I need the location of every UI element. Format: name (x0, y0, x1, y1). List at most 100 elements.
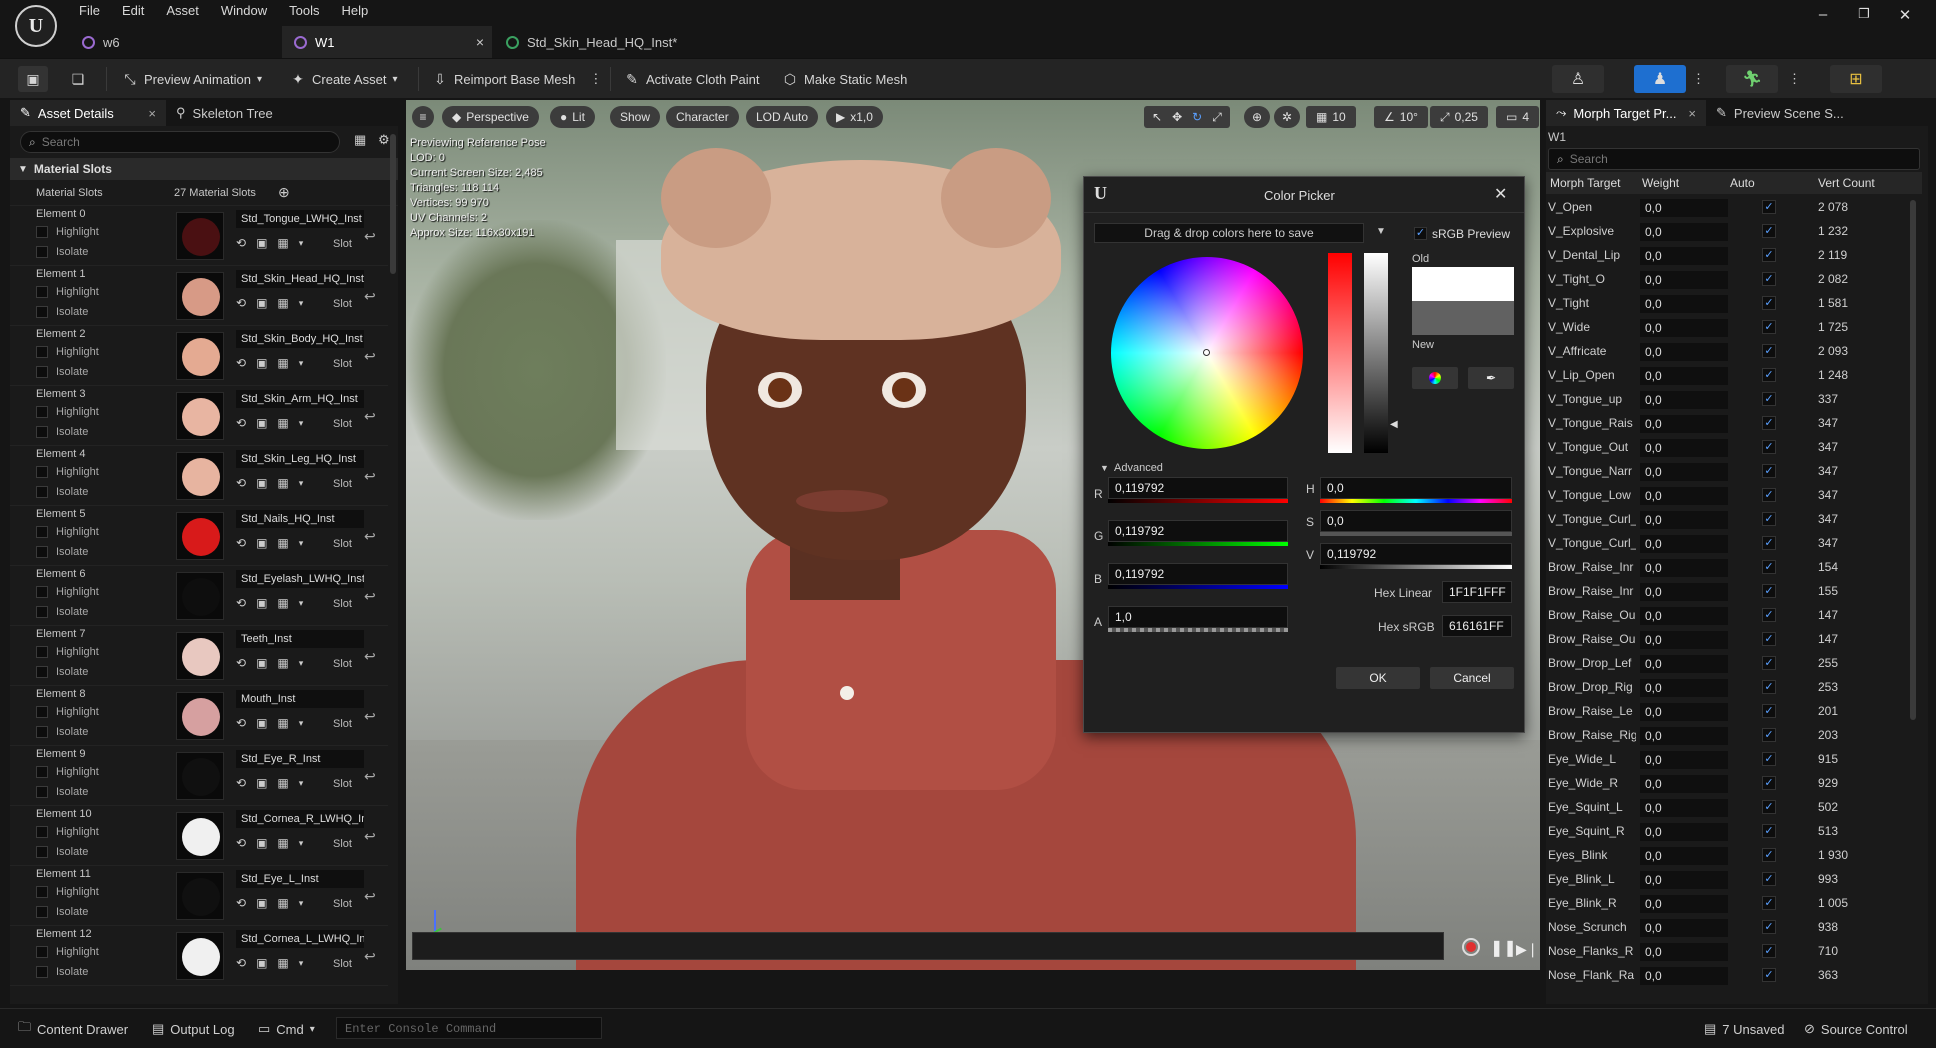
isolate-checkbox[interactable] (36, 306, 48, 318)
morph-target-row[interactable]: Brow_Raise_Inr 0,0 ✓ 154 (1546, 556, 1922, 580)
isolate-checkbox[interactable] (36, 966, 48, 978)
table-view-icon[interactable]: ▦ (354, 132, 366, 148)
weight-input[interactable]: 0,0 (1640, 607, 1728, 625)
weight-input[interactable]: 0,0 (1640, 487, 1728, 505)
checker-icon[interactable]: ▦ (277, 356, 288, 370)
srgb-preview-checkbox[interactable]: ✓ (1414, 227, 1427, 240)
auto-checkbox[interactable]: ✓ (1762, 224, 1776, 238)
auto-checkbox[interactable]: ✓ (1762, 416, 1776, 430)
use-selected-icon[interactable]: ⟲ (236, 716, 246, 730)
details-search-input[interactable]: ⌕ Search (20, 131, 340, 153)
material-picker[interactable]: Std_Skin_Body_HQ_Inst (236, 330, 364, 348)
isolate-checkbox[interactable] (36, 246, 48, 258)
highlight-checkbox[interactable] (36, 466, 48, 478)
material-thumbnail[interactable] (176, 932, 224, 980)
weight-input[interactable]: 0,0 (1640, 799, 1728, 817)
highlight-checkbox[interactable] (36, 826, 48, 838)
weight-input[interactable]: 0,0 (1640, 775, 1728, 793)
grid-snap-button[interactable]: ▦ 10 (1306, 106, 1356, 128)
material-thumbnail[interactable] (176, 272, 224, 320)
weight-input[interactable]: 0,0 (1640, 655, 1728, 673)
material-thumbnail[interactable] (176, 752, 224, 800)
animation-mode-button[interactable]: 🏃︎ (1726, 65, 1778, 93)
morph-target-row[interactable]: V_Tongue_Curl_ 0,0 ✓ 347 (1546, 508, 1922, 532)
chevron-down-icon[interactable]: ▾ (299, 778, 304, 789)
weight-input[interactable]: 0,0 (1640, 943, 1728, 961)
color-themes-drop-area[interactable]: Drag & drop colors here to save (1094, 223, 1364, 243)
isolate-checkbox[interactable] (36, 426, 48, 438)
camera-speed-button[interactable]: ▭ 4 (1496, 106, 1540, 128)
material-thumbnail[interactable] (176, 872, 224, 920)
menu-edit[interactable]: Edit (111, 0, 155, 24)
preview-animation-button[interactable]: ⤡ Preview Animation ▾ (116, 66, 268, 92)
weight-input[interactable]: 0,0 (1640, 343, 1728, 361)
auto-checkbox[interactable]: ✓ (1762, 656, 1776, 670)
weight-input[interactable]: 0,0 (1640, 631, 1728, 649)
weight-input[interactable]: 0,0 (1640, 559, 1728, 577)
weight-input[interactable]: 0,0 (1640, 199, 1728, 217)
material-picker[interactable]: Std_Cornea_R_LWHQ_Inst (236, 810, 364, 828)
weight-input[interactable]: 0,0 (1640, 535, 1728, 553)
surface-snap-button[interactable]: ✲ (1274, 106, 1300, 128)
chevron-down-icon[interactable]: ▾ (299, 898, 304, 909)
chevron-down-icon[interactable]: ▾ (299, 298, 304, 309)
weight-input[interactable]: 0,0 (1640, 439, 1728, 457)
morph-target-row[interactable]: Eye_Wide_R 0,0 ✓ 929 (1546, 772, 1922, 796)
use-selected-icon[interactable]: ⟲ (236, 356, 246, 370)
chevron-down-icon[interactable]: ▾ (299, 958, 304, 969)
morph-target-row[interactable]: Eye_Blink_R 0,0 ✓ 1 005 (1546, 892, 1922, 916)
auto-checkbox[interactable]: ✓ (1762, 560, 1776, 574)
save-button[interactable]: ▣ (18, 66, 48, 92)
menu-help[interactable]: Help (330, 0, 379, 24)
browse-icon[interactable]: ▣ (256, 416, 267, 430)
morph-target-row[interactable]: Brow_Raise_Ou 0,0 ✓ 147 (1546, 604, 1922, 628)
morph-target-row[interactable]: V_Tongue_Out 0,0 ✓ 347 (1546, 436, 1922, 460)
material-thumbnail[interactable] (176, 392, 224, 440)
tab-preview-scene-settings[interactable]: ✎ Preview Scene S... (1706, 100, 1854, 126)
tab-skeleton-tree[interactable]: ⚲ Skeleton Tree (166, 100, 283, 126)
chevron-down-icon[interactable]: ▼ (1100, 463, 1109, 473)
menu-file[interactable]: File (68, 0, 111, 24)
character-button[interactable]: Character (666, 106, 739, 128)
reimport-base-mesh-button[interactable]: ⇩ Reimport Base Mesh ⋮ (426, 66, 608, 92)
make-static-mesh-button[interactable]: ⬡ Make Static Mesh (776, 66, 913, 92)
reset-icon[interactable]: ↩ (364, 228, 376, 245)
auto-checkbox[interactable]: ✓ (1762, 680, 1776, 694)
lit-button[interactable]: ● Lit (550, 106, 595, 128)
col-morph-target[interactable]: Morph Target (1550, 176, 1620, 190)
isolate-checkbox[interactable] (36, 546, 48, 558)
use-selected-icon[interactable]: ⟲ (236, 956, 246, 970)
more-options-icon[interactable]: ⋮ (1692, 71, 1705, 87)
unsaved-button[interactable]: ▤ 7 Unsaved (1704, 1017, 1784, 1041)
color-wheel-cursor[interactable] (1203, 349, 1210, 356)
material-thumbnail[interactable] (176, 212, 224, 260)
close-window-icon[interactable]: ✕ (1890, 6, 1920, 24)
morph-target-row[interactable]: V_Tongue_Rais 0,0 ✓ 347 (1546, 412, 1922, 436)
morph-target-row[interactable]: Brow_Raise_Inr 0,0 ✓ 155 (1546, 580, 1922, 604)
auto-checkbox[interactable]: ✓ (1762, 320, 1776, 334)
checker-icon[interactable]: ▦ (277, 536, 288, 550)
browse-icon[interactable]: ▣ (256, 716, 267, 730)
morph-target-row[interactable]: V_Tight 0,0 ✓ 1 581 (1546, 292, 1922, 316)
pause-button[interactable]: ❚❚ (1490, 938, 1517, 958)
weight-input[interactable]: 0,0 (1640, 295, 1728, 313)
weight-input[interactable]: 0,0 (1640, 511, 1728, 529)
browse-icon[interactable]: ▣ (256, 896, 267, 910)
blueprint-mode-button[interactable]: ⊞ (1830, 65, 1882, 93)
checker-icon[interactable]: ▦ (277, 236, 288, 250)
blue-input[interactable]: 0,119792 (1108, 563, 1288, 585)
auto-checkbox[interactable]: ✓ (1762, 344, 1776, 358)
highlight-checkbox[interactable] (36, 286, 48, 298)
cmd-dropdown[interactable]: ▭ Cmd ▾ (258, 1017, 315, 1041)
menu-tools[interactable]: Tools (278, 0, 330, 24)
restore-icon[interactable]: ❐ (1849, 6, 1879, 22)
highlight-checkbox[interactable] (36, 766, 48, 778)
weight-input[interactable]: 0,0 (1640, 727, 1728, 745)
red-input[interactable]: 0,119792 (1108, 477, 1288, 499)
highlight-checkbox[interactable] (36, 646, 48, 658)
doc-tab-skin-head[interactable]: Std_Skin_Head_HQ_Inst* (494, 26, 714, 58)
material-thumbnail[interactable] (176, 452, 224, 500)
skeleton-mode-button[interactable]: ♙ (1552, 65, 1604, 93)
activate-cloth-paint-button[interactable]: ✎ Activate Cloth Paint (618, 66, 765, 92)
browse-icon[interactable]: ▣ (256, 356, 267, 370)
